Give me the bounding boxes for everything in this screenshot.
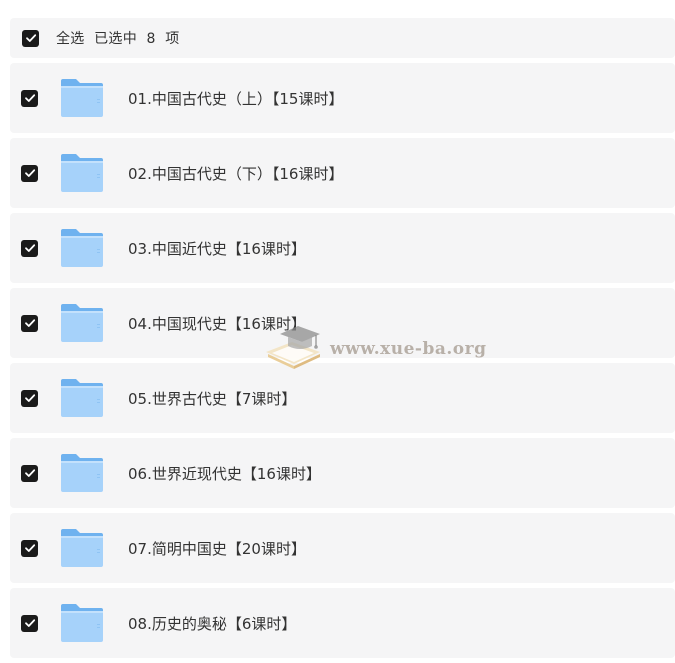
folder-icon[interactable] <box>59 377 105 419</box>
folder-icon[interactable] <box>59 527 105 569</box>
folder-row[interactable]: 05.世界古代史【7课时】 <box>10 363 675 433</box>
row-checkbox[interactable] <box>21 389 38 407</box>
row-checkbox[interactable] <box>21 89 38 107</box>
folder-icon[interactable] <box>59 152 105 194</box>
folder-icon[interactable] <box>59 602 105 644</box>
folder-icon[interactable] <box>59 452 105 494</box>
checkmark-icon <box>24 394 35 402</box>
folder-icon[interactable] <box>59 302 105 344</box>
row-checkbox[interactable] <box>21 464 38 482</box>
checkmark-icon <box>24 469 35 477</box>
folder-name[interactable]: 04.中国现代史【16课时】 <box>128 313 306 334</box>
row-checkbox[interactable] <box>21 239 38 257</box>
folder-row[interactable]: 07.简明中国史【20课时】 <box>10 513 675 583</box>
row-checkbox[interactable] <box>21 614 38 632</box>
checkmark-icon <box>24 169 35 177</box>
folder-row[interactable]: 03.中国近代史【16课时】 <box>10 213 675 283</box>
folder-name[interactable]: 02.中国古代史（下）【16课时】 <box>128 163 343 184</box>
folder-row[interactable]: 08.历史的奥秘【6课时】 <box>10 588 675 658</box>
checkmark-icon <box>24 319 35 327</box>
folder-row[interactable]: 01.中国古代史（上）【15课时】 <box>10 63 675 133</box>
checkmark-icon <box>24 244 35 252</box>
checkmark-icon <box>24 544 35 552</box>
folder-icon[interactable] <box>59 227 105 269</box>
checkmark-icon <box>24 619 35 627</box>
folder-name[interactable]: 01.中国古代史（上）【15课时】 <box>128 88 343 109</box>
folder-list: 01.中国古代史（上）【15课时】 02.中国古代史（下）【16课时】 03.中… <box>10 63 675 663</box>
select-all-bar[interactable]: 全选 已选中 8 项 <box>10 18 675 58</box>
folder-name[interactable]: 07.简明中国史【20课时】 <box>128 538 306 559</box>
row-checkbox[interactable] <box>21 314 38 332</box>
checkmark-icon <box>25 34 36 42</box>
folder-name[interactable]: 06.世界近现代史【16课时】 <box>128 463 321 484</box>
folder-name[interactable]: 08.历史的奥秘【6课时】 <box>128 613 296 634</box>
selection-summary: 全选 已选中 8 项 <box>56 31 180 47</box>
folder-row[interactable]: 06.世界近现代史【16课时】 <box>10 438 675 508</box>
folder-row[interactable]: 04.中国现代史【16课时】 <box>10 288 675 358</box>
row-checkbox[interactable] <box>21 539 38 557</box>
folder-name[interactable]: 05.世界古代史【7课时】 <box>128 388 296 409</box>
folder-name[interactable]: 03.中国近代史【16课时】 <box>128 238 306 259</box>
select-all-checkbox[interactable] <box>22 29 39 47</box>
checkmark-icon <box>24 94 35 102</box>
folder-row[interactable]: 02.中国古代史（下）【16课时】 <box>10 138 675 208</box>
row-checkbox[interactable] <box>21 164 38 182</box>
folder-icon[interactable] <box>59 77 105 119</box>
